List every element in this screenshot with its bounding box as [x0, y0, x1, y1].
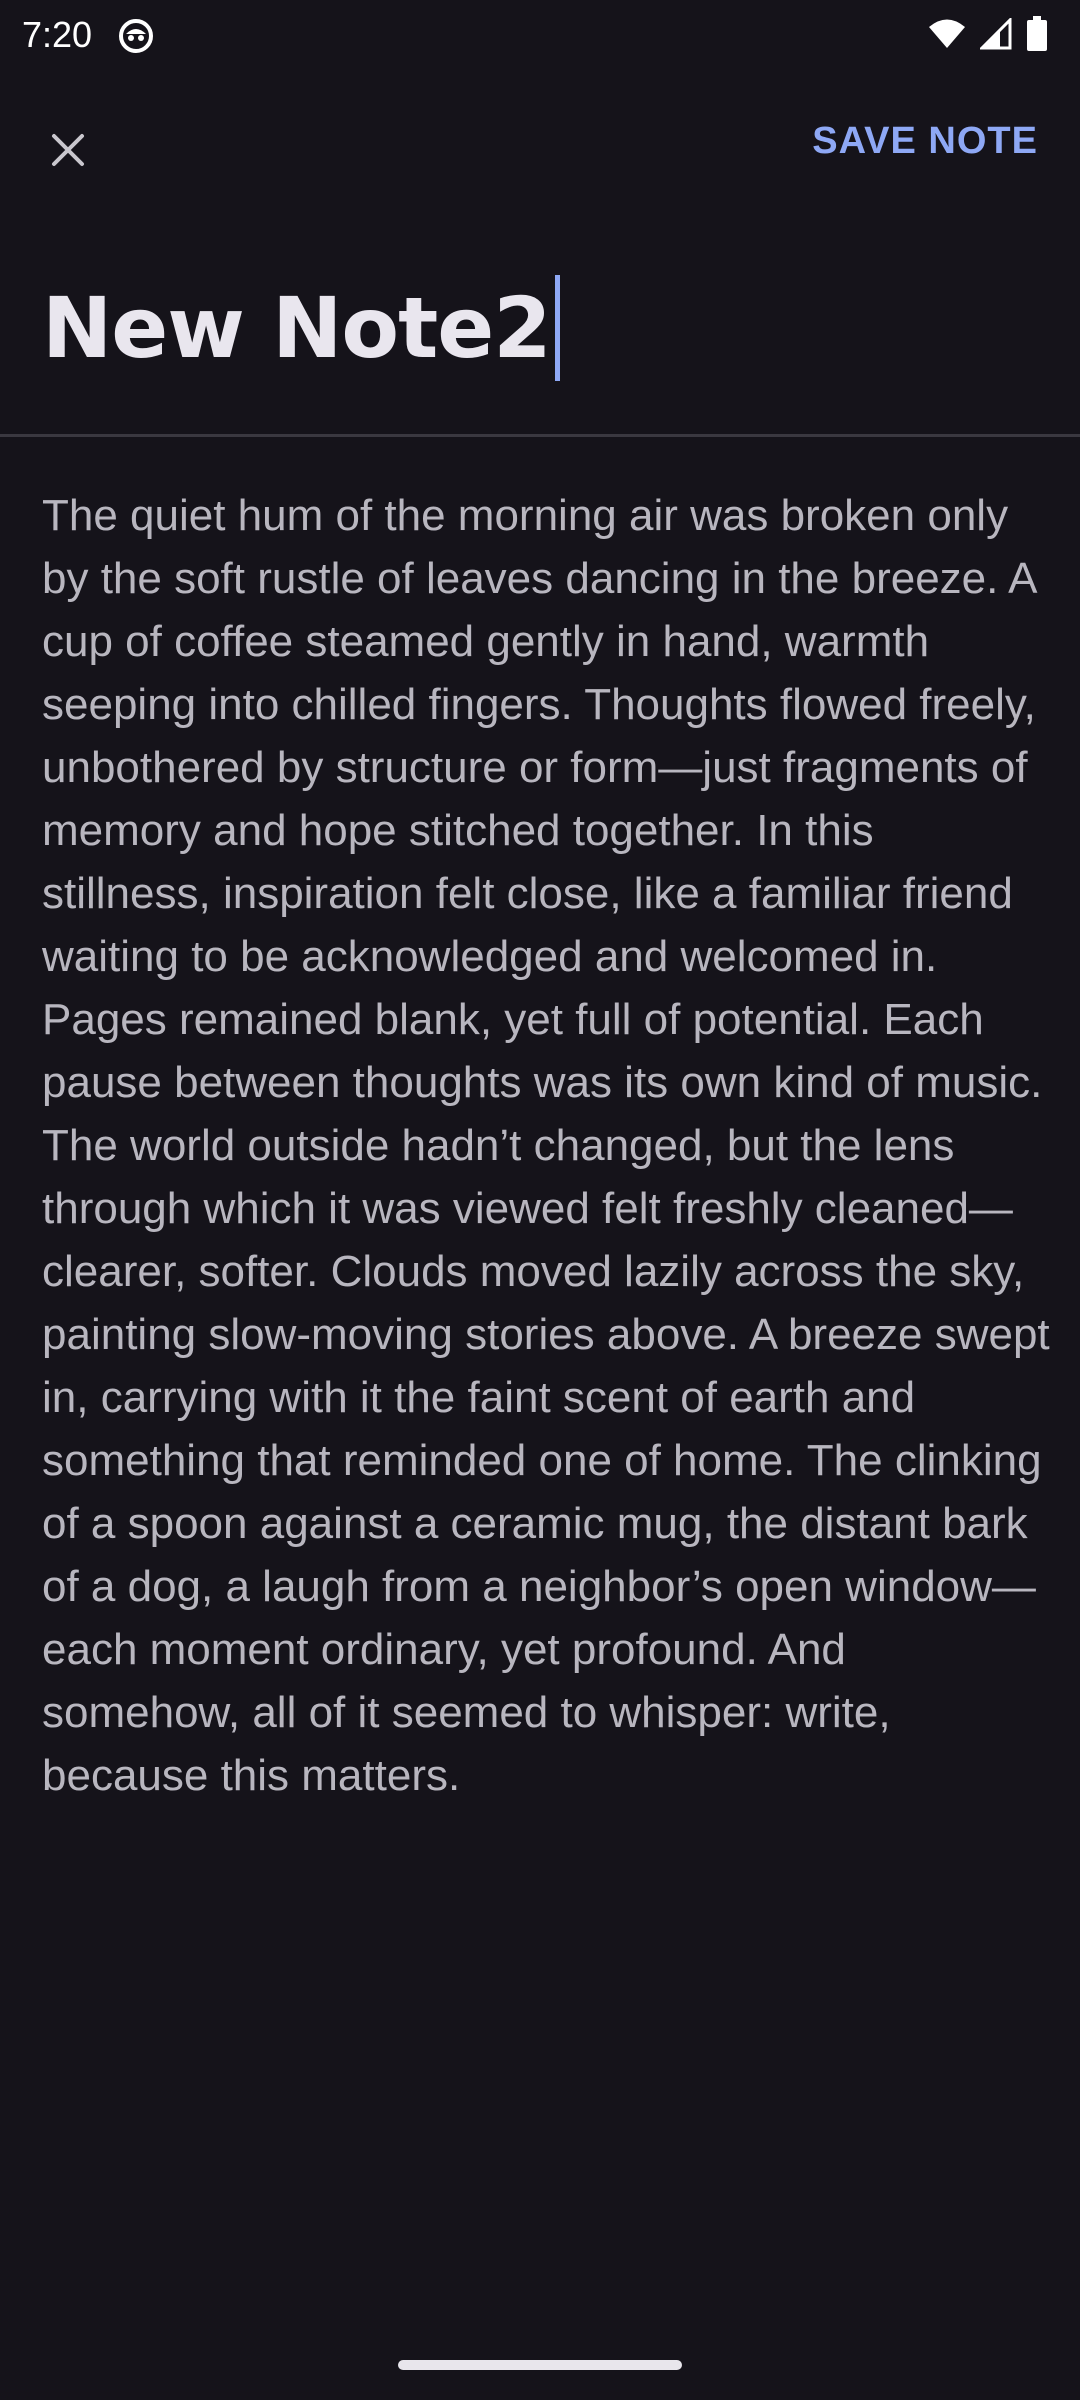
text-caret: [554, 275, 560, 381]
close-button[interactable]: [30, 114, 106, 190]
note-title-input[interactable]: New Note2: [42, 268, 560, 388]
note-body-input[interactable]: The quiet hum of the morning air was bro…: [42, 484, 1052, 1807]
close-icon: [51, 133, 85, 172]
app-notification-icon: [118, 18, 154, 54]
status-time: 7:20: [22, 14, 93, 55]
note-toolbar: SAVE NOTE: [0, 100, 1080, 196]
battery-icon: [1026, 16, 1048, 52]
wifi-icon: [928, 18, 966, 50]
home-indicator[interactable]: [398, 2360, 682, 2370]
note-title-text: New Note2: [42, 279, 552, 377]
status-bar: 7:20: [0, 0, 1080, 72]
save-note-button[interactable]: SAVE NOTE: [812, 120, 1038, 163]
title-divider: [0, 434, 1080, 437]
cellular-signal-icon: [980, 18, 1012, 50]
status-icons: [928, 16, 1048, 52]
